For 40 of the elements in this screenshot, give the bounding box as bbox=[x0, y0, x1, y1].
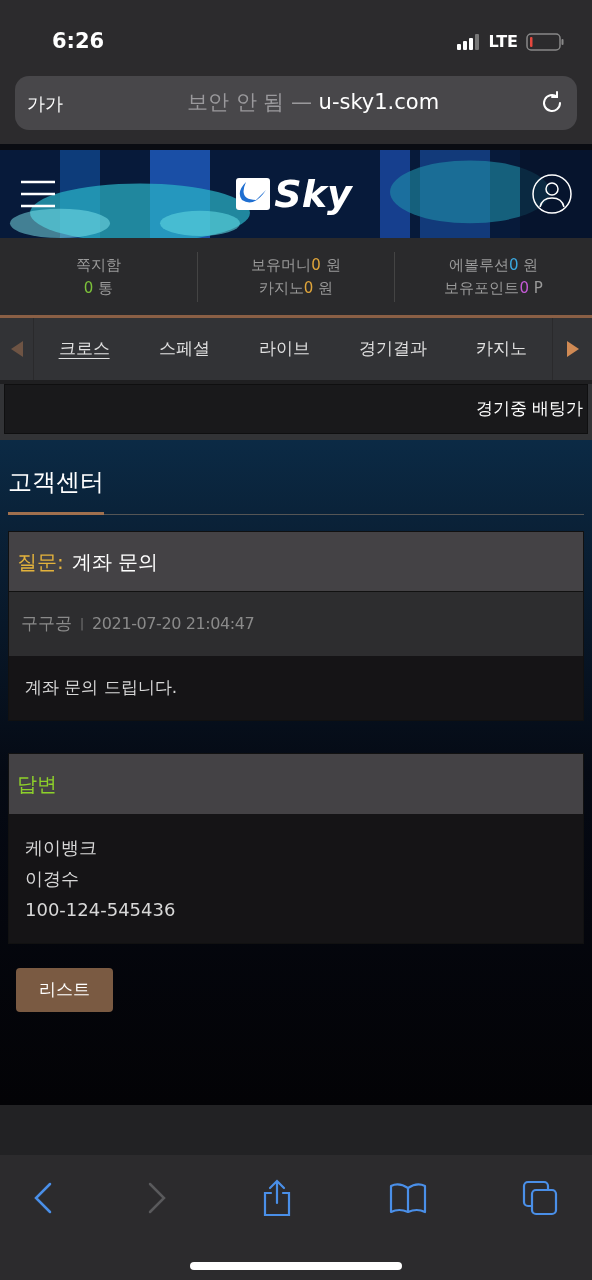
ticker-text: 경기중 배팅가 bbox=[475, 397, 583, 421]
question-label: 질문: bbox=[17, 548, 64, 576]
stat-value: 에볼루션0 원 bbox=[449, 255, 539, 276]
url-text: 보안 안 됨 — u-sky1.com bbox=[185, 89, 441, 117]
nav-tab[interactable]: 라이브 bbox=[258, 336, 310, 362]
post-date: 2021-07-20 21:04:47 bbox=[92, 613, 255, 635]
text-size-button[interactable]: 가가 bbox=[27, 89, 87, 117]
list-button[interactable]: 리스트 bbox=[16, 968, 113, 1012]
answer-line: 케이뱅크 bbox=[25, 836, 98, 860]
logo-text: Sky bbox=[274, 175, 352, 213]
back-icon[interactable] bbox=[34, 1182, 52, 1214]
logo-icon bbox=[236, 178, 271, 210]
author-name: 구구공 bbox=[21, 612, 72, 636]
question-body: 계좌 문의 드립니다. bbox=[25, 676, 178, 700]
stat-value: 보유머니0 원 bbox=[251, 255, 341, 276]
nav-tab[interactable]: 경기결과 bbox=[359, 336, 428, 362]
stat-value: 보유포인트0 P bbox=[444, 277, 543, 299]
signal-icon bbox=[456, 34, 481, 50]
stat-label: 쪽지함 bbox=[75, 255, 121, 276]
menu-icon[interactable] bbox=[20, 180, 56, 208]
nav-tab[interactable]: 카지노 bbox=[476, 336, 528, 362]
answer-line: 100-124-545436 bbox=[25, 898, 177, 922]
nav-tab[interactable]: 스페셜 bbox=[158, 336, 210, 362]
address-bar[interactable]: 가가 보안 안 됨 — u-sky1.com bbox=[15, 76, 577, 130]
stat-value: 카지노0 원 bbox=[258, 277, 334, 299]
nav-tab[interactable]: 크로스 bbox=[58, 336, 110, 362]
tabs-icon[interactable] bbox=[522, 1180, 558, 1216]
answer-label: 답변 bbox=[17, 771, 57, 798]
separator: | bbox=[80, 616, 85, 633]
network-label: LTE bbox=[488, 31, 518, 53]
clock-time: 6:26 bbox=[52, 28, 105, 56]
question-title: 계좌 문의 bbox=[71, 548, 159, 576]
stat-value: 0 통 bbox=[83, 277, 113, 299]
battery-icon bbox=[526, 33, 564, 51]
book-icon[interactable] bbox=[388, 1182, 427, 1214]
right-arrow-icon[interactable] bbox=[566, 341, 579, 357]
answer-line: 이경수 bbox=[25, 867, 80, 891]
user-icon[interactable] bbox=[532, 174, 572, 214]
share-icon[interactable] bbox=[261, 1179, 293, 1217]
page-title: 고객센터 bbox=[8, 467, 105, 498]
